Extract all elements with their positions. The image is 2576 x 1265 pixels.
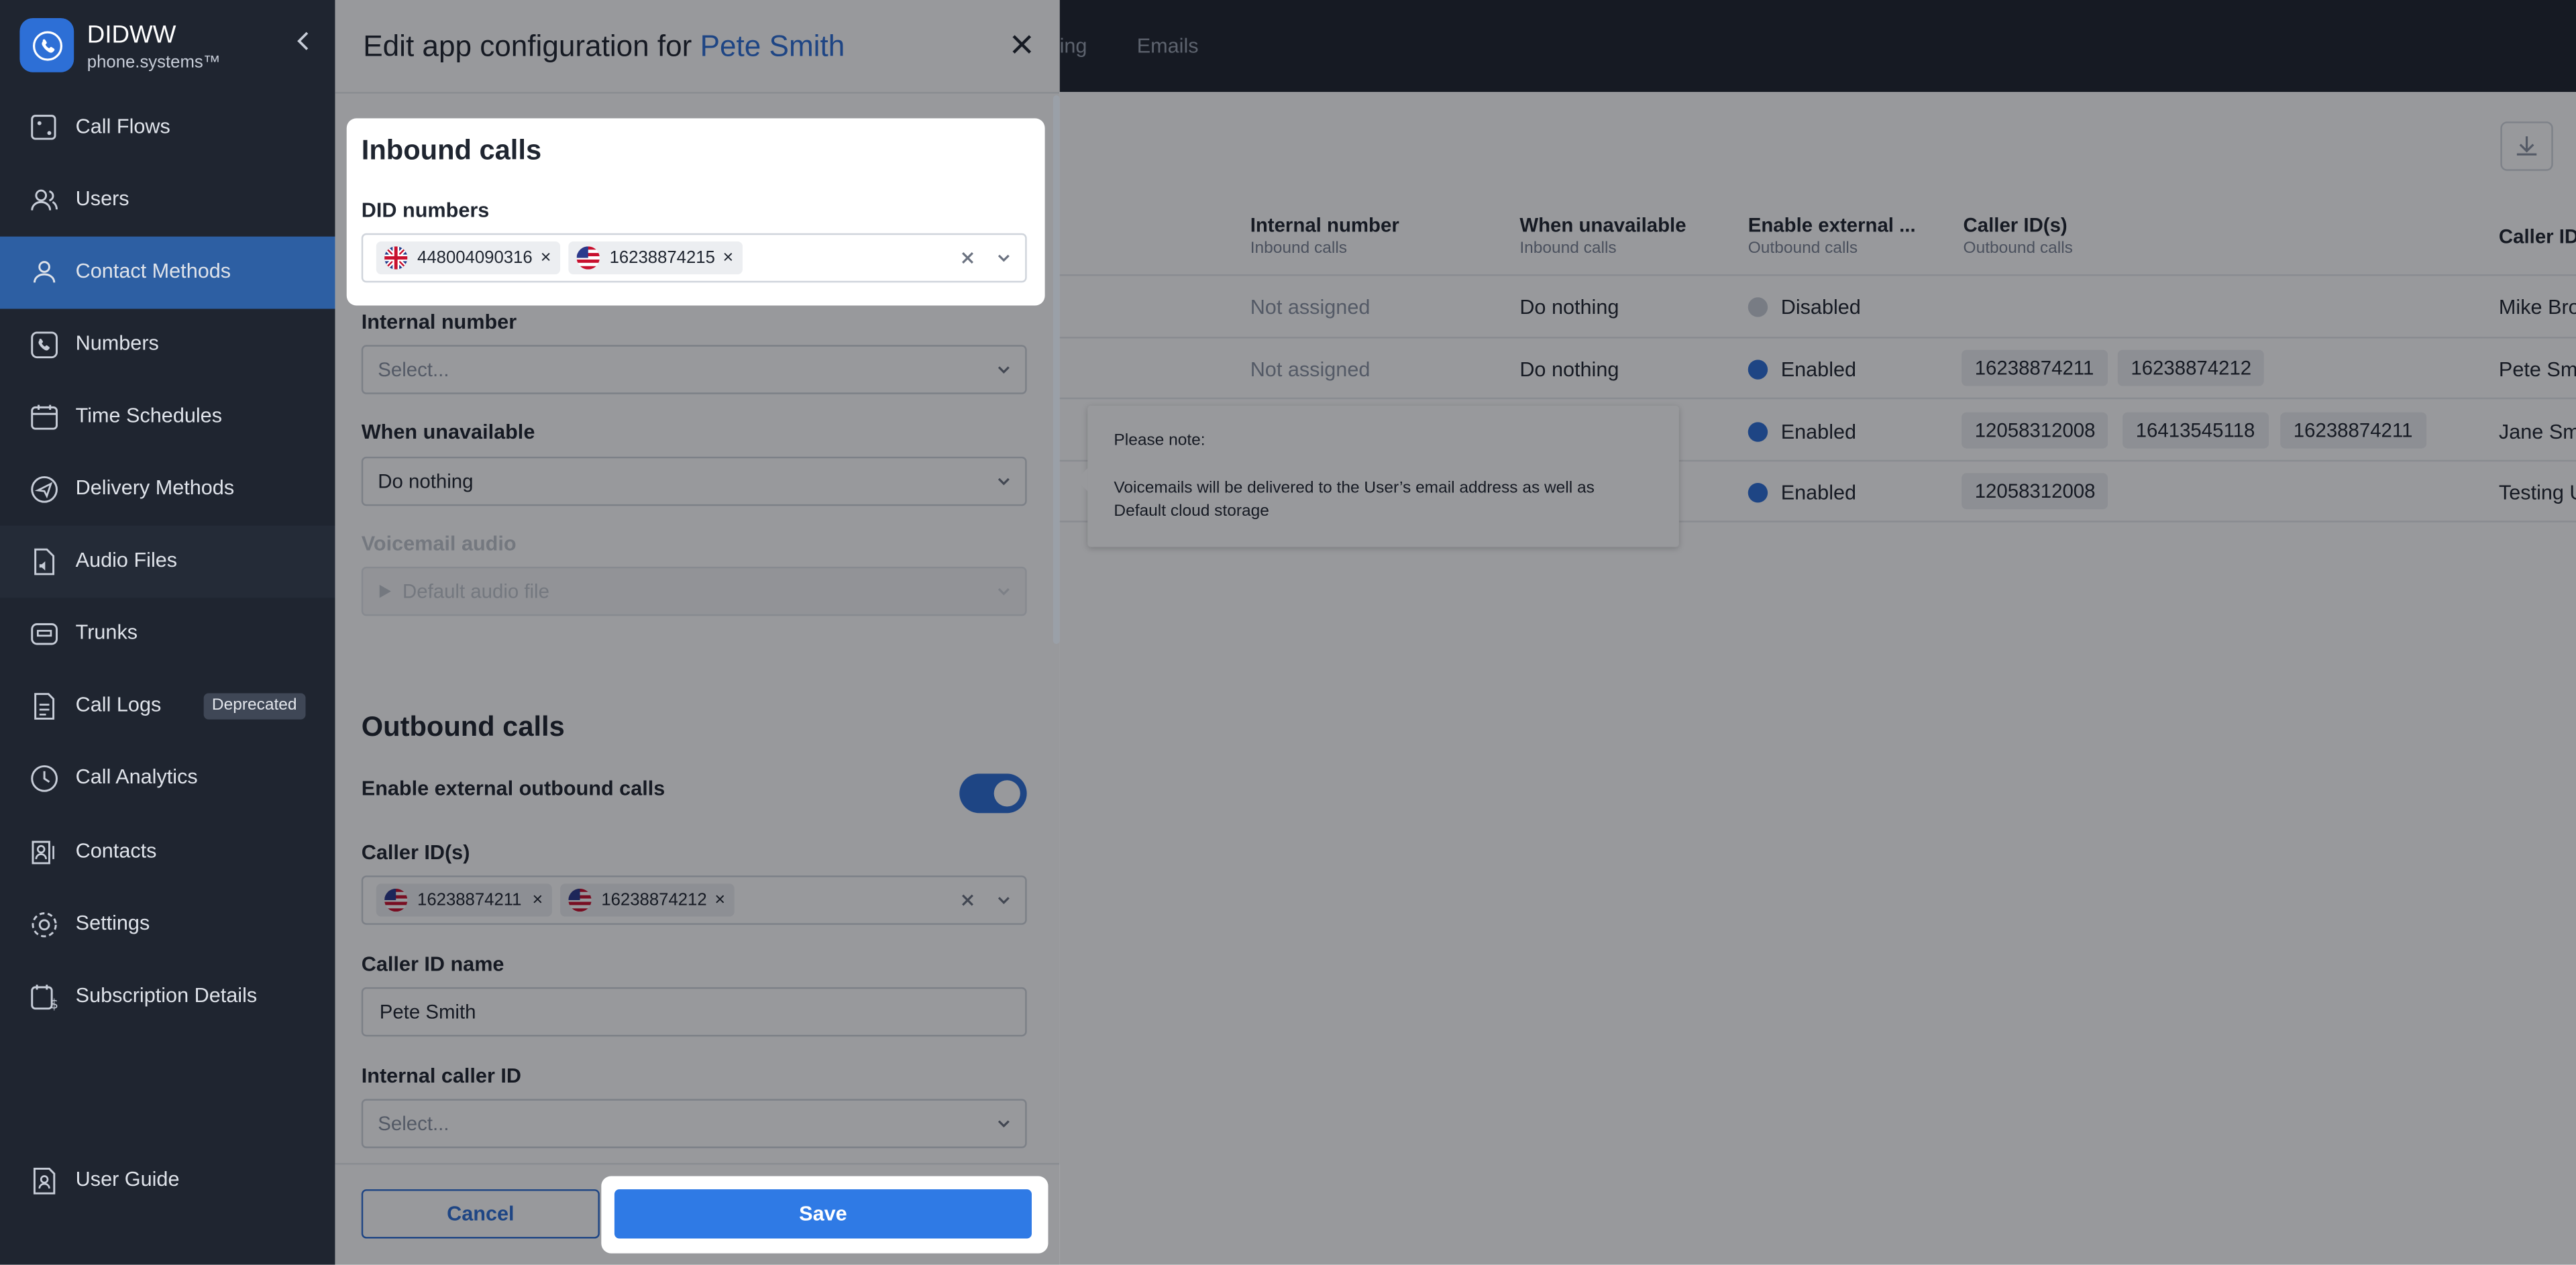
sidebar-item-time-schedules[interactable]: Time Schedules <box>0 381 335 453</box>
sidebar-item-settings[interactable]: Settings <box>0 889 335 961</box>
sidebar-item-delivery-methods[interactable]: Delivery Methods <box>0 453 335 526</box>
svg-text:$: $ <box>50 997 58 1012</box>
brand-subtitle: phone.systems™ <box>87 52 221 72</box>
did-number-tag: 16238874215 × <box>568 241 743 274</box>
sidebar-item-label: Audio Files <box>75 548 178 572</box>
contact-methods-icon <box>28 256 61 289</box>
sidebar-item-label: Time Schedules <box>75 404 223 427</box>
sidebar-item-users[interactable]: Users <box>0 164 335 237</box>
phone-logo-icon <box>19 17 74 72</box>
sidebar-item-contact-methods[interactable]: Contact Methods <box>0 236 335 309</box>
brand-title: DIDWW <box>87 21 176 50</box>
drawer-scrollbar[interactable] <box>1053 95 1060 645</box>
user-guide-icon <box>28 1164 61 1197</box>
remove-tag-icon[interactable]: × <box>541 241 551 274</box>
uk-flag-icon <box>384 246 408 270</box>
send-icon <box>28 473 61 506</box>
sidebar-item-label: Settings <box>75 912 150 935</box>
sidebar-item-label: Call Flows <box>75 115 170 138</box>
sidebar-item-call-flows[interactable]: Call Flows <box>0 92 335 164</box>
sidebar-item-label: Subscription Details <box>75 983 258 1007</box>
sidebar-item-label: Contact Methods <box>75 259 231 283</box>
sidebar-item-label: Contacts <box>75 839 157 863</box>
sidebar-item-call-logs[interactable]: Call Logs Deprecated <box>0 670 335 742</box>
sidebar-item-label: Numbers <box>75 331 159 355</box>
sidebar-item-label: Delivery Methods <box>75 476 235 500</box>
audio-file-icon <box>28 545 61 578</box>
analytics-icon <box>28 762 61 795</box>
sidebar-item-label: User Guide <box>75 1168 180 1191</box>
sidebar-item-numbers[interactable]: Numbers <box>0 309 335 381</box>
brand[interactable]: DIDWW phone.systems™ <box>19 17 331 77</box>
clear-icon[interactable] <box>959 250 975 266</box>
did-numbers-label: DID numbers <box>361 199 490 222</box>
did-numbers-select[interactable]: 448004090316 × 16238874215 × <box>361 233 1027 283</box>
trunks-icon <box>28 618 61 651</box>
sidebar: DIDWW phone.systems™ Call Flows Users Co… <box>0 0 335 1265</box>
numbers-icon <box>28 329 61 362</box>
tag-number: 16238874215 <box>609 248 715 268</box>
remove-tag-icon[interactable]: × <box>723 241 734 274</box>
subscription-icon: $ <box>28 981 61 1013</box>
us-flag-icon <box>576 246 600 270</box>
gear-icon <box>28 908 61 941</box>
sidebar-item-audio-files[interactable]: Audio Files <box>0 525 335 598</box>
sidebar-item-contacts[interactable]: Contacts <box>0 816 335 889</box>
sidebar-item-label: Call Logs <box>75 693 162 716</box>
save-button[interactable]: Save <box>614 1189 1032 1239</box>
tag-number: 448004090316 <box>417 248 533 268</box>
sidebar-item-user-guide[interactable]: User Guide <box>0 1145 335 1217</box>
sidebar-item-label: Trunks <box>75 620 138 645</box>
contacts-icon <box>28 836 61 869</box>
sidebar-item-label: Call Analytics <box>75 765 198 789</box>
did-number-tag: 448004090316 × <box>376 241 561 274</box>
chevron-down-icon <box>998 254 1010 262</box>
deprecated-badge: Deprecated <box>203 693 305 720</box>
inbound-calls-heading: Inbound calls <box>361 134 542 166</box>
sidebar-item-label: Users <box>75 187 129 211</box>
app-frame: DIDWW phone.systems™ Call Flows Users Co… <box>0 0 2576 1265</box>
users-icon <box>28 184 61 217</box>
sidebar-item-trunks[interactable]: Trunks <box>0 598 335 670</box>
call-logs-icon <box>28 690 61 723</box>
calendar-icon <box>28 401 61 434</box>
collapse-sidebar-icon[interactable] <box>292 30 315 52</box>
sidebar-item-subscription-details[interactable]: $ Subscription Details <box>0 961 335 1034</box>
call-flows-icon <box>28 112 61 145</box>
sidebar-item-call-analytics[interactable]: Call Analytics <box>0 742 335 815</box>
